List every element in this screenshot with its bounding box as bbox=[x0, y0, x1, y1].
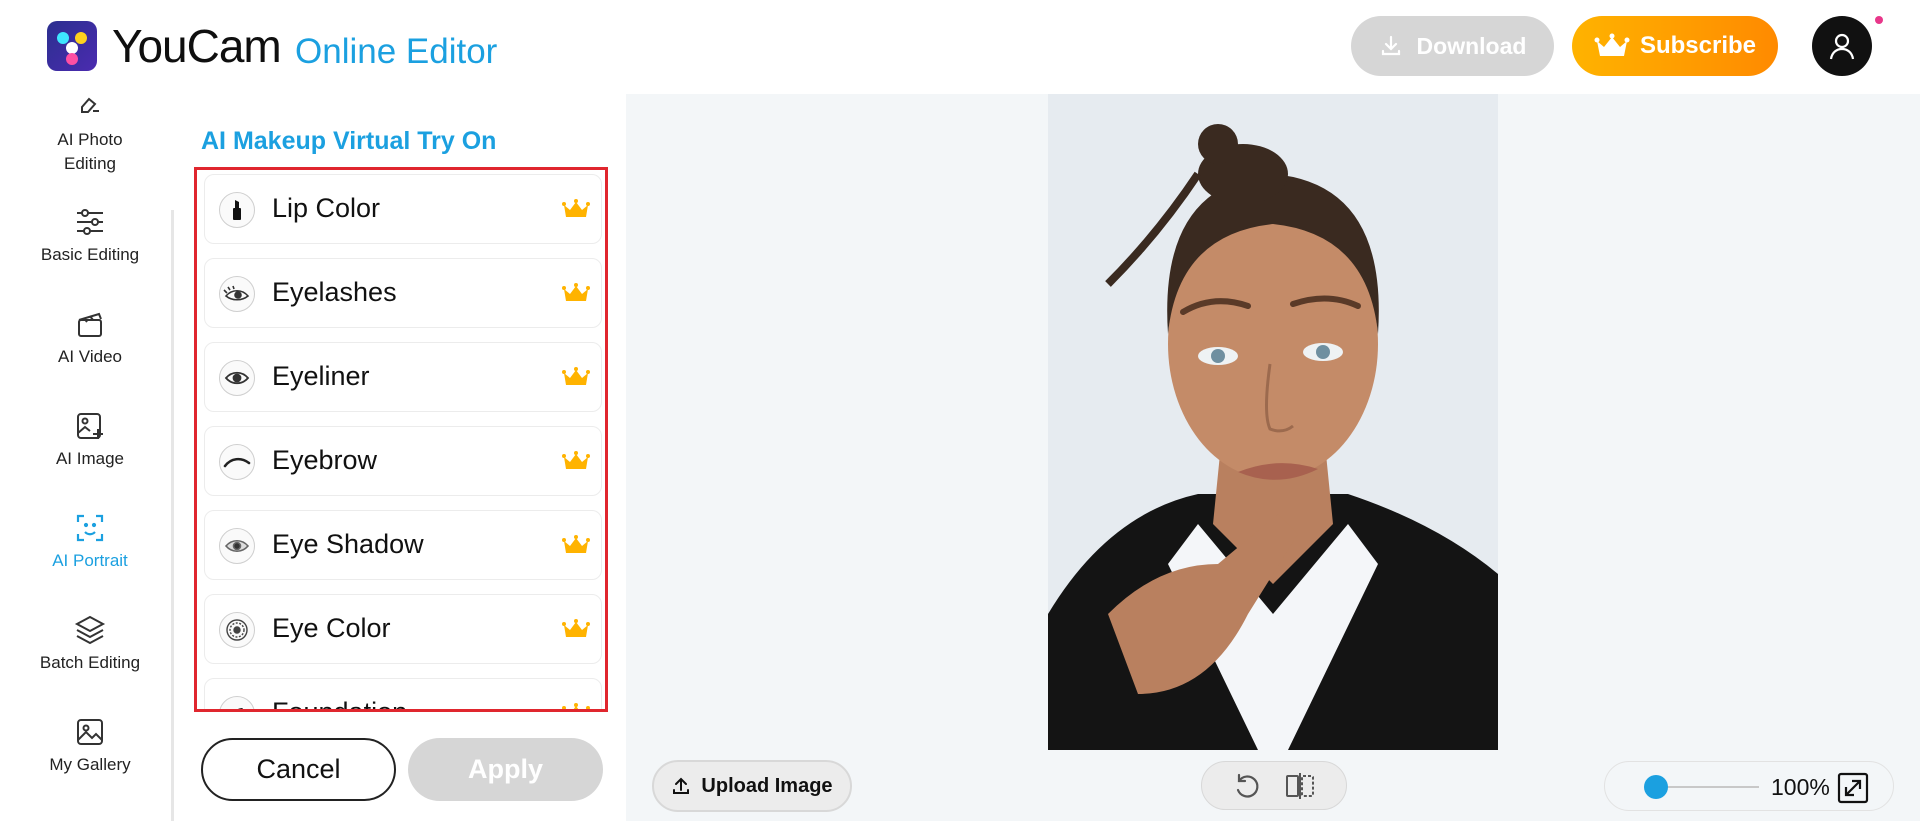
nav-item-basic-editing[interactable]: Basic Editing bbox=[0, 205, 180, 265]
crown-icon bbox=[1594, 33, 1630, 56]
premium-crown-icon bbox=[562, 367, 590, 385]
lipstick-icon bbox=[219, 192, 255, 228]
subscribe-button[interactable]: Subscribe bbox=[1572, 16, 1778, 76]
list-item-eyelashes[interactable]: Eyelashes bbox=[204, 258, 602, 328]
download-button[interactable]: Download bbox=[1351, 16, 1554, 76]
iris-icon bbox=[219, 612, 255, 648]
list-item-lip-color[interactable]: Lip Color bbox=[204, 174, 602, 244]
upload-image-button[interactable]: Upload Image bbox=[652, 760, 852, 812]
list-item-eye-shadow[interactable]: Eye Shadow bbox=[204, 510, 602, 580]
download-label: Download bbox=[1416, 32, 1527, 59]
eye-icon bbox=[219, 360, 255, 396]
item-label: Lip Color bbox=[272, 193, 381, 223]
nav-label: Basic Editing bbox=[40, 245, 140, 264]
account-avatar[interactable] bbox=[1812, 16, 1872, 76]
eye-shadow-icon bbox=[219, 528, 255, 564]
nav-label: AI Video bbox=[58, 347, 122, 366]
item-label: Eyelashes bbox=[272, 277, 397, 307]
image-sparkle-icon bbox=[77, 413, 103, 439]
nav-item-ai-video[interactable]: AI Video bbox=[0, 307, 180, 367]
premium-crown-icon bbox=[562, 535, 590, 553]
layers-icon bbox=[74, 615, 106, 645]
zoom-slider-knob[interactable] bbox=[1644, 775, 1669, 799]
item-label: Eyebrow bbox=[272, 445, 378, 475]
fullscreen-icon[interactable] bbox=[1836, 771, 1870, 805]
upload-icon bbox=[673, 777, 690, 794]
sliders-icon bbox=[77, 209, 103, 235]
eraser-icon bbox=[81, 97, 99, 113]
youcam-logo-icon[interactable] bbox=[47, 21, 97, 71]
nav-label: AI Image bbox=[55, 449, 125, 468]
item-label: Eyeliner bbox=[272, 361, 370, 391]
subscribe-label: Subscribe bbox=[1639, 32, 1757, 59]
premium-crown-icon bbox=[562, 451, 590, 469]
reset-icon[interactable] bbox=[1232, 771, 1262, 801]
item-label: Eye Color bbox=[272, 613, 391, 643]
gallery-icon bbox=[77, 719, 103, 745]
nav-item-ai-photo-editing[interactable]: AI Photo Editing bbox=[0, 88, 180, 176]
zoom-level: 100% bbox=[1771, 774, 1830, 800]
nav-label: AI Photo Editing bbox=[57, 130, 123, 173]
cancel-button[interactable]: Cancel bbox=[201, 738, 396, 801]
list-item-eye-color[interactable]: Eye Color bbox=[204, 594, 602, 664]
panel-title: AI Makeup Virtual Try On bbox=[201, 127, 497, 155]
item-label: Eye Shadow bbox=[272, 529, 424, 559]
nav-item-my-gallery[interactable]: My Gallery bbox=[0, 715, 180, 775]
portrait-photo[interactable] bbox=[1048, 94, 1498, 750]
foundation-icon bbox=[219, 696, 255, 709]
premium-crown-icon bbox=[562, 619, 590, 637]
eyebrow-icon bbox=[219, 444, 255, 480]
nav-item-batch-editing[interactable]: Batch Editing bbox=[0, 613, 180, 673]
item-label: Foundation bbox=[272, 697, 408, 712]
list-item-eyebrow[interactable]: Eyebrow bbox=[204, 426, 602, 496]
brand-subtitle: Online Editor bbox=[295, 32, 498, 71]
makeup-feature-list[interactable]: Lip Color Eyelashes Eyeliner Eyebrow Eye… bbox=[194, 167, 608, 712]
nav-item-ai-portrait[interactable]: AI Portrait bbox=[0, 501, 180, 571]
notification-dot bbox=[1875, 16, 1883, 24]
eyelash-icon bbox=[219, 276, 255, 312]
premium-crown-icon bbox=[562, 199, 590, 217]
nav-item-ai-image[interactable]: AI Image bbox=[0, 409, 180, 469]
face-scan-icon bbox=[76, 514, 104, 542]
zoom-control: 100% bbox=[1604, 761, 1894, 811]
compare-icon[interactable] bbox=[1284, 771, 1316, 801]
nav-label: AI Portrait bbox=[52, 551, 128, 570]
nav-label: Batch Editing bbox=[39, 653, 141, 672]
download-icon bbox=[1381, 35, 1400, 56]
premium-crown-icon bbox=[562, 703, 590, 709]
user-icon bbox=[1829, 33, 1855, 60]
clapper-icon bbox=[78, 312, 102, 337]
top-header: YouCam Online Editor Download Subscribe bbox=[0, 0, 1920, 94]
premium-crown-icon bbox=[562, 283, 590, 301]
list-item-eyeliner[interactable]: Eyeliner bbox=[204, 342, 602, 412]
brand-name[interactable]: YouCam bbox=[112, 19, 282, 73]
canvas-tools bbox=[1201, 761, 1347, 810]
apply-button[interactable]: Apply bbox=[408, 738, 603, 801]
upload-label: Upload Image bbox=[701, 774, 833, 797]
list-item-foundation[interactable]: Foundation bbox=[204, 678, 602, 712]
nav-label: My Gallery bbox=[49, 755, 131, 774]
